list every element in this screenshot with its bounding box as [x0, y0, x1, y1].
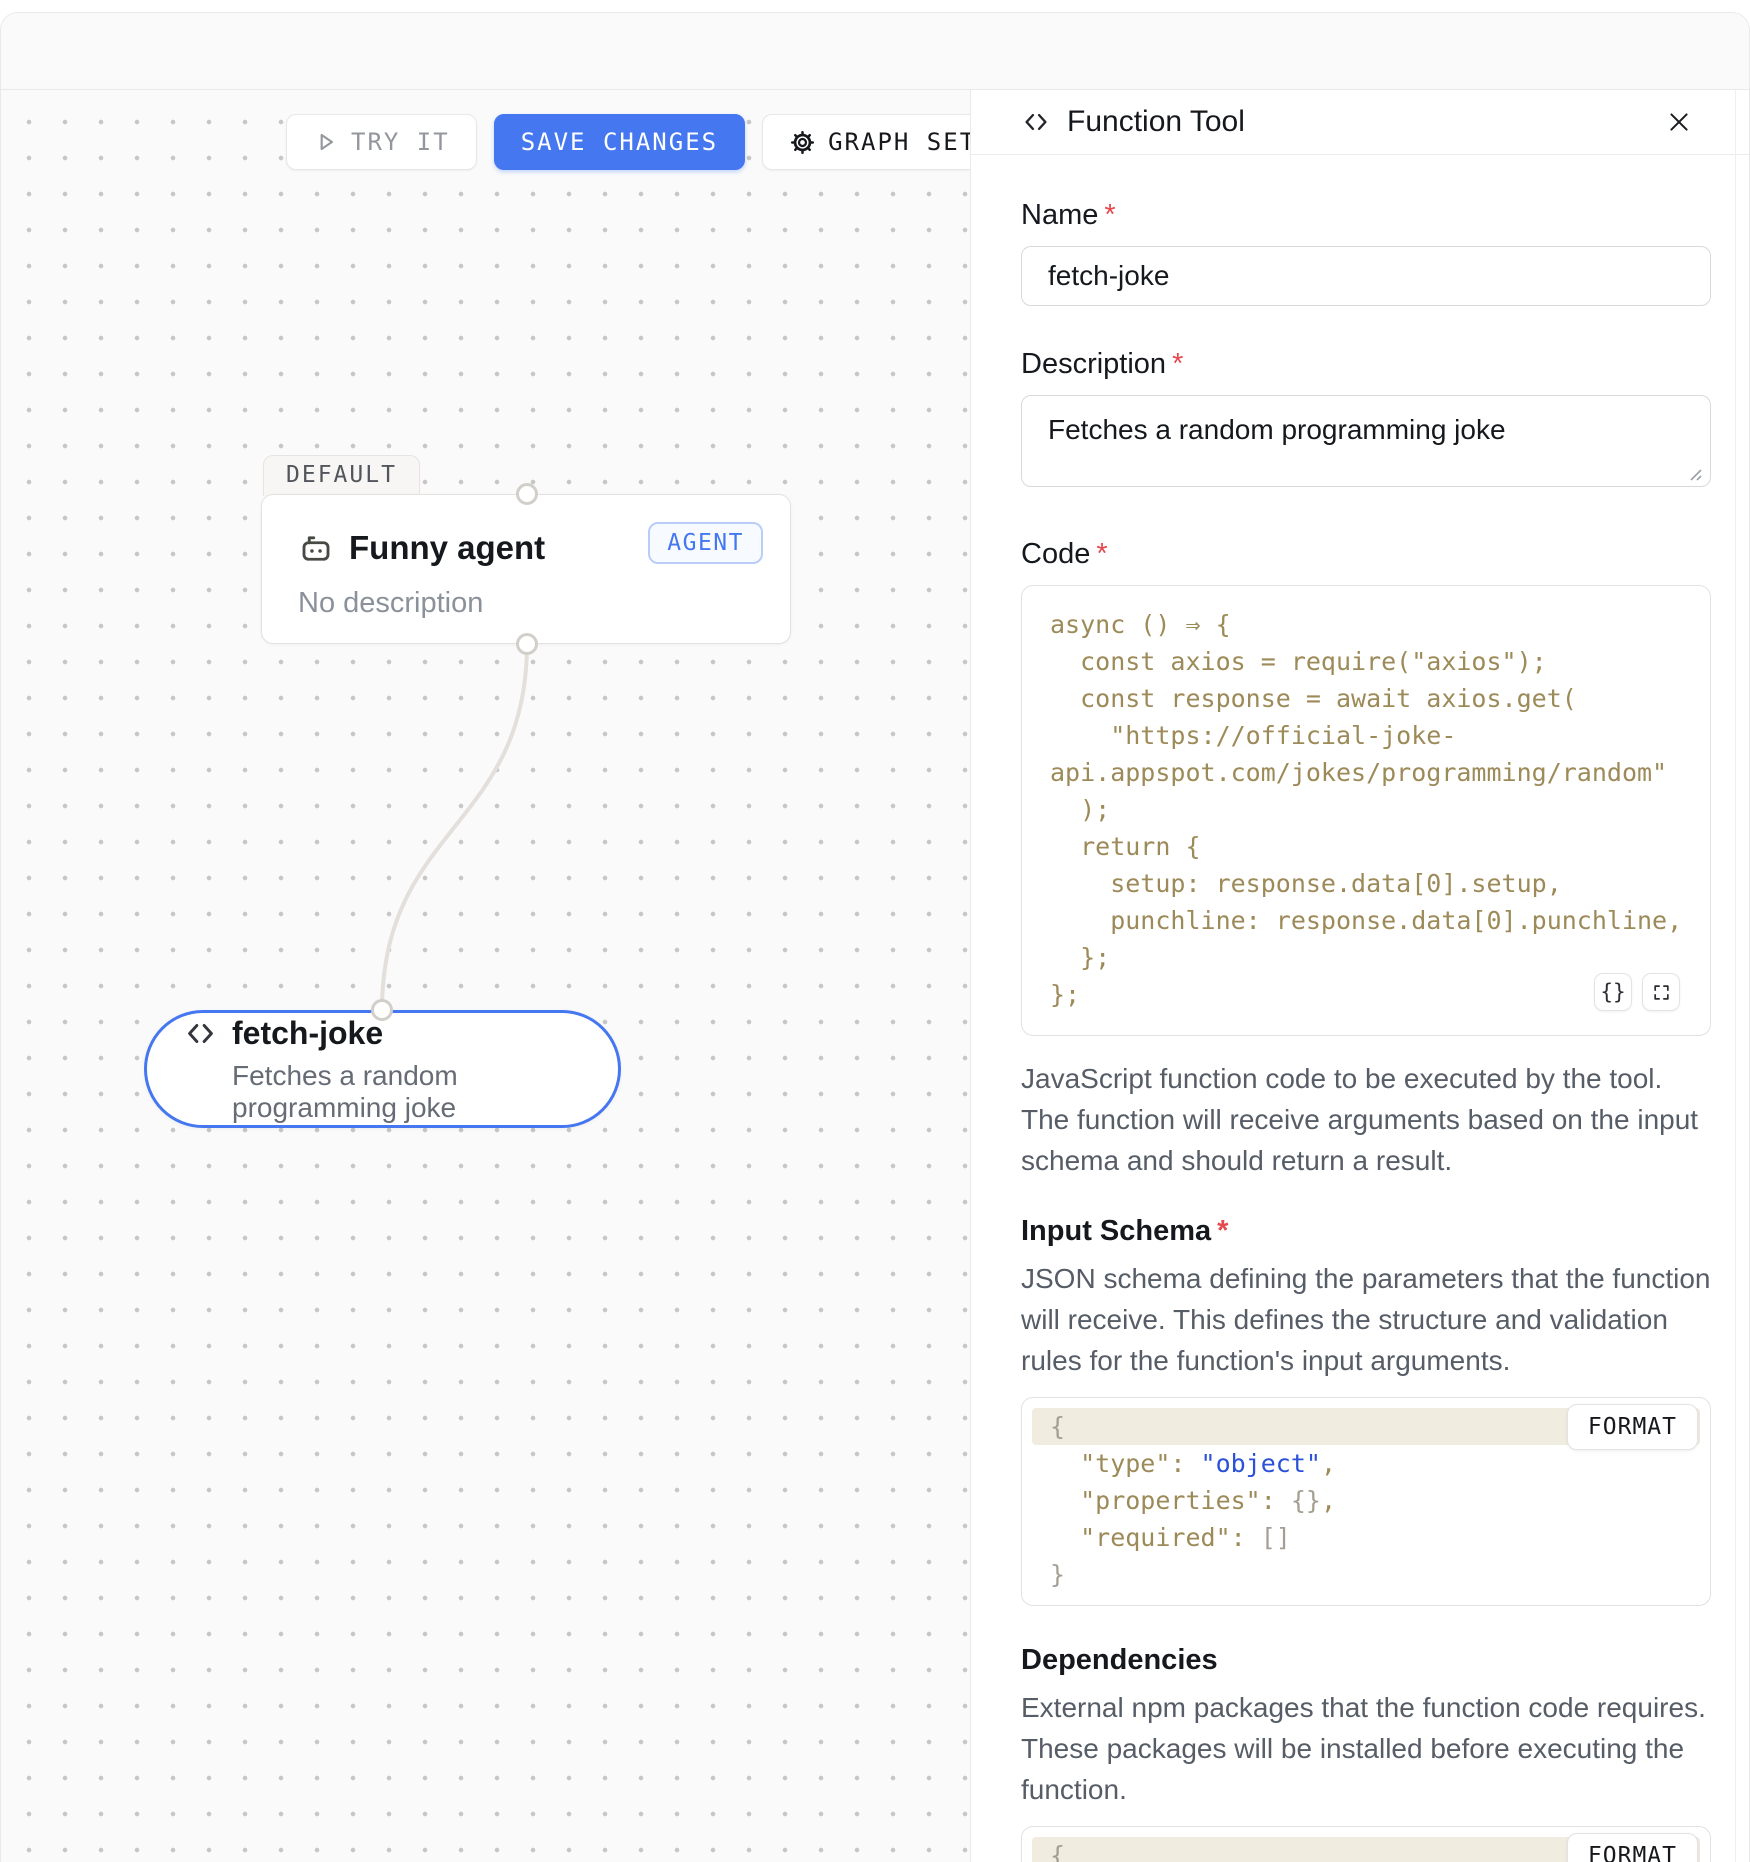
- panel-title: Function Tool: [1067, 105, 1649, 139]
- input-schema-label: Input Schema*: [1021, 1215, 1711, 1248]
- dependencies-label: Dependencies: [1021, 1644, 1711, 1677]
- tool-node-description: Fetches a random programming joke: [232, 1060, 618, 1124]
- graph-settings-label: GRAPH SETTINGS: [828, 128, 971, 156]
- save-changes-label: SAVE CHANGES: [521, 128, 718, 156]
- resize-grip-icon[interactable]: [1687, 466, 1703, 482]
- dependencies-editor[interactable]: { "axios": "1.11.0"} FORMAT: [1021, 1826, 1711, 1862]
- agent-node-title: Funny agent: [349, 529, 545, 567]
- name-label: Name*: [1021, 199, 1711, 232]
- name-input[interactable]: [1021, 246, 1711, 306]
- try-it-button[interactable]: TRY IT: [286, 114, 477, 170]
- code-icon: [1021, 107, 1051, 137]
- agent-node[interactable]: Funny agent No description AGENT: [261, 494, 791, 644]
- panel-body: Name* Description* Fetches a random prog…: [971, 199, 1749, 1862]
- code-label: Code*: [1021, 538, 1711, 571]
- tool-node-header: fetch-joke: [183, 1015, 618, 1052]
- flow-canvas[interactable]: TRY IT SAVE CHANGES: [1, 90, 971, 1862]
- play-icon: [313, 129, 339, 155]
- expand-editor-button[interactable]: [1642, 973, 1680, 1011]
- input-schema-help-text: JSON schema defining the parameters that…: [1021, 1258, 1711, 1381]
- required-asterisk: *: [1217, 1215, 1228, 1247]
- code-editor-actions: {}: [1594, 973, 1680, 1011]
- code-editor-content: async () ⇒ { const axios = require("axio…: [1022, 606, 1710, 1013]
- agent-type-badge: AGENT: [648, 522, 763, 564]
- app-frame: TRY IT SAVE CHANGES: [0, 12, 1750, 1862]
- required-asterisk: *: [1096, 538, 1107, 570]
- agent-node-top-handle[interactable]: [516, 483, 538, 505]
- expand-icon: [1652, 983, 1671, 1002]
- tool-node-fetch-joke[interactable]: fetch-joke Fetches a random programming …: [144, 1010, 621, 1128]
- format-schema-button[interactable]: FORMAT: [1567, 1404, 1698, 1450]
- format-braces-button[interactable]: {}: [1594, 973, 1632, 1011]
- code-help-text: JavaScript function code to be executed …: [1021, 1058, 1711, 1181]
- required-asterisk: *: [1104, 199, 1115, 231]
- close-icon: [1665, 108, 1693, 136]
- agent-node-bottom-handle[interactable]: [516, 633, 538, 655]
- description-textarea[interactable]: Fetches a random programming joke: [1021, 395, 1711, 487]
- tool-node-title: fetch-joke: [232, 1015, 383, 1052]
- braces-icon: {}: [1600, 980, 1625, 1004]
- save-changes-button[interactable]: SAVE CHANGES: [494, 114, 745, 170]
- description-label: Description*: [1021, 348, 1711, 381]
- code-icon: [183, 1016, 218, 1051]
- panel-header: Function Tool: [971, 90, 1749, 155]
- edge-agent-to-tool[interactable]: [1, 90, 970, 1862]
- robot-icon: [298, 530, 334, 566]
- close-panel-button[interactable]: [1665, 108, 1693, 136]
- dependencies-help-text: External npm packages that the function …: [1021, 1687, 1711, 1810]
- gear-icon: [789, 129, 816, 156]
- main-area: TRY IT SAVE CHANGES: [1, 90, 1749, 1862]
- input-schema-editor[interactable]: { "type": "object", "properties": {}, "r…: [1021, 1397, 1711, 1606]
- top-bar: [1, 13, 1749, 90]
- function-tool-panel: Function Tool Name* Description* Fetches…: [971, 90, 1749, 1862]
- canvas-toolbar: TRY IT SAVE CHANGES: [286, 114, 971, 170]
- graph-settings-button[interactable]: GRAPH SETTINGS: [762, 114, 971, 170]
- tool-node-top-handle[interactable]: [371, 999, 393, 1021]
- try-it-label: TRY IT: [351, 128, 450, 156]
- agent-node-description: No description: [298, 587, 790, 620]
- code-editor[interactable]: async () ⇒ { const axios = require("axio…: [1021, 585, 1711, 1036]
- format-dependencies-button[interactable]: FORMAT: [1567, 1833, 1698, 1862]
- required-asterisk: *: [1172, 348, 1183, 380]
- agent-group-tab: DEFAULT: [263, 455, 420, 496]
